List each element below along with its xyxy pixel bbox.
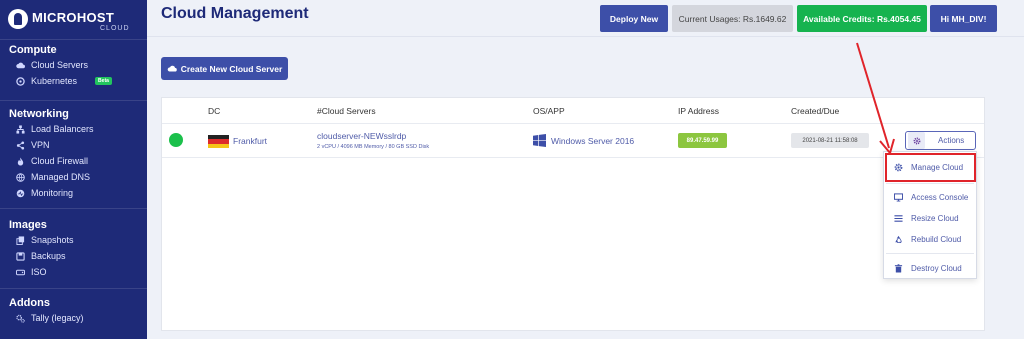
network-icon bbox=[16, 124, 25, 134]
sidebar-item-monitoring[interactable]: Monitoring bbox=[0, 185, 147, 201]
datacenter-name: Frankfurt bbox=[233, 136, 268, 146]
sidebar-item-label: Tally (legacy) bbox=[31, 313, 84, 323]
sidebar-item-backups[interactable]: Backups bbox=[0, 248, 147, 264]
sidebar-item-cloud-servers[interactable]: Cloud Servers bbox=[0, 57, 147, 73]
menu-item-label: Destroy Cloud bbox=[911, 263, 962, 273]
fire-icon bbox=[16, 156, 25, 166]
column-header-os: OS/APP bbox=[533, 106, 565, 116]
menu-item-resize-cloud[interactable]: Resize Cloud bbox=[884, 208, 976, 228]
sidebar-item-snapshots[interactable]: Snapshots bbox=[0, 232, 147, 248]
current-usage-badge: Current Usages: Rs.1649.62 bbox=[672, 5, 793, 32]
sidebar-item-label: Snapshots bbox=[31, 235, 74, 245]
sidebar-divider bbox=[0, 288, 147, 289]
windows-icon bbox=[533, 134, 546, 147]
actions-button[interactable]: Actions bbox=[905, 131, 976, 150]
section-title: Compute bbox=[9, 44, 57, 56]
column-header-servers: #Cloud Servers bbox=[317, 106, 376, 116]
backup-icon bbox=[16, 251, 25, 261]
cloud-icon bbox=[16, 61, 25, 70]
sidebar-item-iso[interactable]: ISO bbox=[0, 264, 147, 280]
logo[interactable]: MICROHOST CLOUD bbox=[8, 8, 140, 34]
sidebar-item-vpn[interactable]: VPN bbox=[0, 137, 147, 153]
globe-icon bbox=[16, 172, 25, 182]
menu-item-label: Rebuild Cloud bbox=[911, 234, 962, 244]
sidebar-divider bbox=[0, 39, 147, 40]
sidebar-divider bbox=[0, 208, 147, 209]
section-title: Images bbox=[9, 219, 47, 231]
sidebar-item-kubernetes[interactable]: Kubernetes Beta bbox=[0, 73, 147, 89]
copy-icon bbox=[16, 235, 25, 245]
server-spec: 2 vCPU / 4096 MB Memory / 80 GB SSD Disk bbox=[317, 144, 430, 150]
menu-item-label: Access Console bbox=[911, 192, 969, 202]
menu-item-destroy-cloud[interactable]: Destroy Cloud bbox=[884, 258, 976, 278]
column-header-ip: IP Address bbox=[678, 106, 719, 116]
ip-address-badge: 89.47.59.99 bbox=[678, 133, 727, 148]
menu-item-rebuild-cloud[interactable]: Rebuild Cloud bbox=[884, 229, 976, 249]
actions-label: Actions bbox=[938, 136, 965, 145]
server-status-indicator bbox=[169, 133, 183, 147]
deploy-new-button[interactable]: Deploy New bbox=[600, 5, 668, 32]
user-menu-button[interactable]: Hi MH_DIV! bbox=[930, 5, 997, 32]
sidebar-item-label: Monitoring bbox=[31, 188, 74, 198]
section-title: Networking bbox=[9, 108, 69, 120]
os-name: Windows Server 2016 bbox=[551, 136, 635, 146]
sidebar-item-load-balancers[interactable]: Load Balancers bbox=[0, 121, 147, 137]
beta-badge: Beta bbox=[95, 77, 112, 85]
sidebar-section-compute: Compute Cloud Servers Kubernetes Beta bbox=[0, 43, 147, 89]
cogs-icon bbox=[16, 314, 25, 323]
server-name-link[interactable]: cloudserver-NEWsslrdp bbox=[317, 131, 406, 141]
header-divider bbox=[147, 36, 1024, 37]
sidebar-section-addons: Addons Tally (legacy) bbox=[0, 296, 147, 326]
page-title: Cloud Management bbox=[161, 5, 309, 22]
logo-subtext: CLOUD bbox=[100, 25, 130, 32]
sidebar: MICROHOST CLOUD Compute Cloud Servers Ku… bbox=[0, 0, 147, 339]
share-icon bbox=[16, 140, 25, 150]
menu-divider bbox=[886, 183, 974, 184]
menu-divider bbox=[886, 253, 974, 254]
menu-item-label: Resize Cloud bbox=[911, 213, 959, 223]
column-header-created: Created/Due bbox=[791, 106, 840, 116]
disk-icon bbox=[16, 268, 25, 277]
sidebar-section-images: Images Snapshots Backups ISO bbox=[0, 218, 147, 280]
sidebar-item-label: ISO bbox=[31, 267, 47, 277]
monitor-icon bbox=[16, 189, 25, 198]
sidebar-item-cloud-firewall[interactable]: Cloud Firewall bbox=[0, 153, 147, 169]
sidebar-item-label: Backups bbox=[31, 251, 66, 261]
create-cloud-server-button[interactable]: Create New Cloud Server bbox=[161, 57, 288, 80]
sidebar-section-networking: Networking Load Balancers VPN Cloud Fire… bbox=[0, 107, 147, 201]
sidebar-item-label: Kubernetes bbox=[31, 76, 78, 86]
sidebar-item-label: Managed DNS bbox=[31, 172, 91, 182]
kubernetes-icon bbox=[16, 76, 25, 86]
sidebar-item-label: Cloud Servers bbox=[31, 60, 89, 70]
annotation-arrow-icon bbox=[856, 42, 895, 156]
sidebar-divider bbox=[0, 100, 147, 101]
logo-text: MICROHOST bbox=[32, 10, 115, 25]
sidebar-item-label: VPN bbox=[31, 140, 50, 150]
germany-flag-icon bbox=[208, 135, 229, 148]
column-header-dc: DC bbox=[208, 106, 221, 116]
available-credits-button[interactable]: Available Credits: Rs.4054.45 bbox=[797, 5, 927, 32]
recycle-icon bbox=[895, 235, 902, 243]
create-button-label: Create New Cloud Server bbox=[180, 63, 283, 74]
trash-icon bbox=[894, 263, 903, 273]
cloud-icon bbox=[167, 65, 177, 72]
sidebar-item-label: Cloud Firewall bbox=[31, 156, 89, 166]
sidebar-item-label: Load Balancers bbox=[31, 124, 94, 134]
sidebar-item-managed-dns[interactable]: Managed DNS bbox=[0, 169, 147, 185]
sidebar-item-tally[interactable]: Tally (legacy) bbox=[0, 310, 147, 326]
monitor-icon bbox=[894, 192, 903, 202]
section-title: Addons bbox=[9, 297, 50, 309]
resize-icon bbox=[894, 214, 903, 222]
logo-icon bbox=[8, 9, 28, 29]
gear-icon bbox=[908, 132, 925, 149]
menu-item-access-console[interactable]: Access Console bbox=[884, 187, 976, 207]
